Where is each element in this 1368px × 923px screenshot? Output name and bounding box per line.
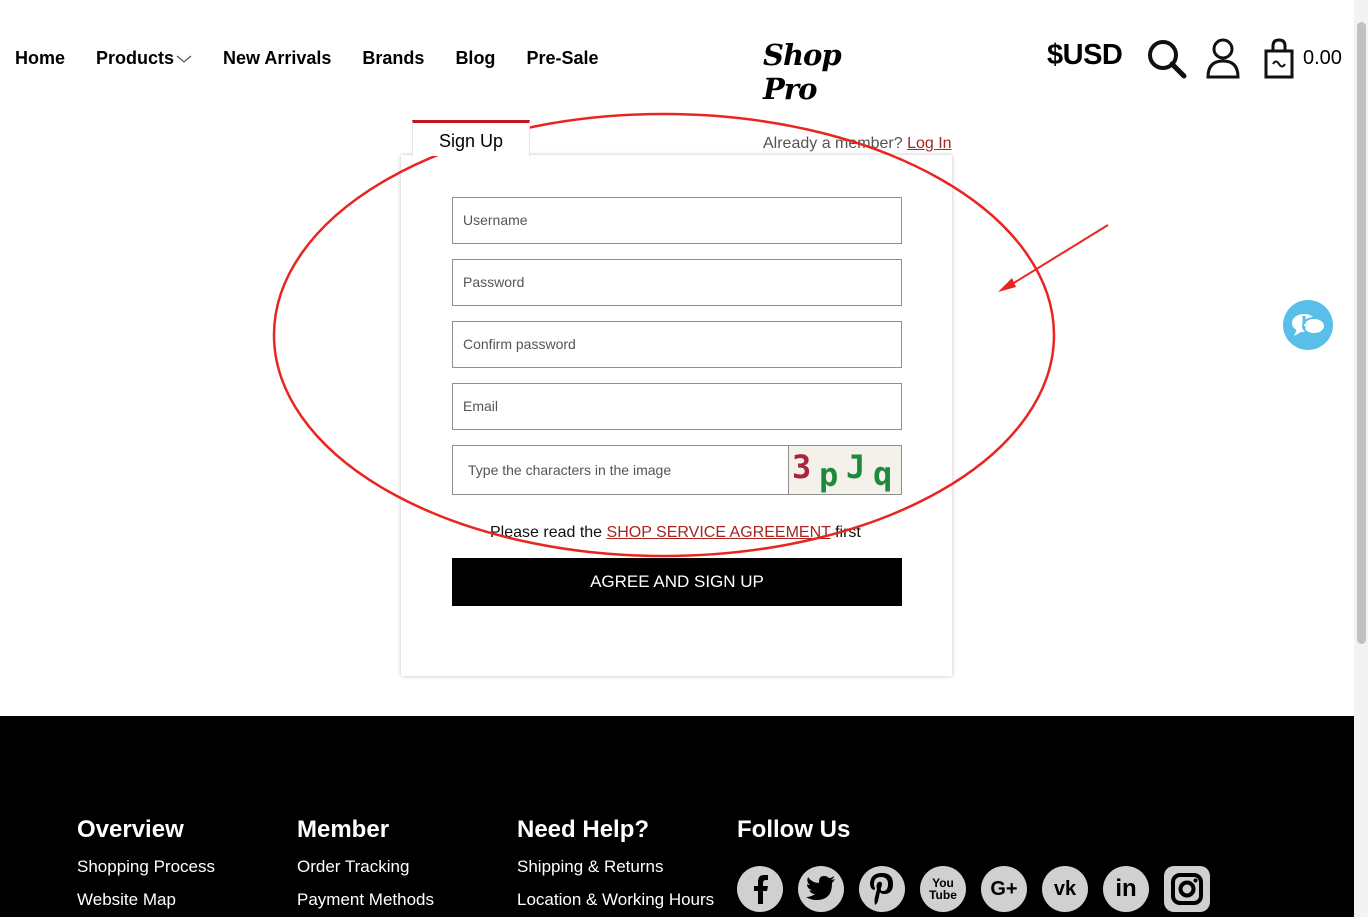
footer-link-order-tracking[interactable]: Order Tracking	[297, 857, 434, 877]
youtube-icon[interactable]: You Tube	[920, 866, 966, 912]
nav-home-label: Home	[15, 48, 66, 68]
captcha-char: 3	[792, 448, 812, 486]
scrollbar-thumb[interactable]	[1357, 22, 1366, 644]
confirm-password-field[interactable]: Confirm password	[452, 321, 902, 368]
captcha-char: J	[846, 448, 866, 486]
chat-icon[interactable]	[1283, 300, 1333, 350]
cart-total[interactable]: 0.00	[1303, 47, 1342, 70]
footer-link-website-map[interactable]: Website Map	[77, 890, 215, 910]
login-link[interactable]: Log In	[907, 135, 951, 152]
already-member-label: Already a member?	[763, 135, 903, 152]
captcha-input[interactable]: Type the characters in the image	[452, 445, 789, 495]
footer-heading: Overview	[77, 816, 184, 843]
nav-home[interactable]: Home	[15, 48, 65, 69]
main-nav: Home Products New Arrivals Brands Blog P…	[15, 48, 629, 69]
nav-pre-sale[interactable]: Pre-Sale	[526, 48, 598, 69]
nav-brands[interactable]: Brands	[362, 48, 424, 69]
facebook-icon[interactable]	[737, 866, 783, 912]
footer-link-shipping-returns[interactable]: Shipping & Returns	[517, 857, 714, 877]
footer-heading: Need Help?	[517, 816, 650, 843]
nav-new-arrivals[interactable]: New Arrivals	[223, 48, 331, 69]
footer-col-member: Member Order Tracking Payment Methods	[297, 816, 434, 923]
captcha-char: p	[819, 456, 839, 494]
annotation-arrow-line	[1003, 224, 1109, 290]
twitter-icon[interactable]	[798, 866, 844, 912]
annotation-arrow-head	[998, 278, 1016, 292]
footer-link-shopping-process[interactable]: Shopping Process	[77, 857, 215, 877]
footer-link-payment-methods[interactable]: Payment Methods	[297, 890, 434, 910]
search-icon[interactable]	[1146, 38, 1188, 80]
nav-brands-label: Brands	[362, 48, 425, 68]
agreement-text: Please read the SHOP SERVICE AGREEMENT f…	[490, 524, 861, 542]
footer: Overview Shopping Process Website Map Me…	[0, 716, 1354, 917]
google-plus-icon[interactable]: G+	[981, 866, 1027, 912]
agreement-prefix: Please read the	[490, 524, 603, 541]
currency-selector[interactable]: $USD	[1047, 39, 1123, 72]
username-field[interactable]: Username	[452, 197, 902, 244]
tab-sign-up[interactable]: Sign Up	[412, 120, 530, 156]
site-logo[interactable]: Shop Pro	[763, 38, 883, 106]
email-field[interactable]: Email	[452, 383, 902, 430]
password-field[interactable]: Password	[452, 259, 902, 306]
already-member-text: Already a member? Log In	[763, 135, 952, 153]
pinterest-icon[interactable]	[859, 866, 905, 912]
nav-products[interactable]: Products	[96, 48, 192, 69]
nav-new-arrivals-label: New Arrivals	[223, 48, 332, 68]
footer-heading: Follow Us	[737, 816, 851, 843]
captcha-char: q	[873, 455, 893, 493]
social-icons: You Tube G+ vk in	[737, 866, 1225, 912]
agreement-suffix: first	[835, 524, 861, 541]
service-agreement-link[interactable]: SHOP SERVICE AGREEMENT	[607, 524, 831, 541]
vk-icon[interactable]: vk	[1042, 866, 1088, 912]
user-icon[interactable]	[1204, 37, 1242, 79]
instagram-icon[interactable]	[1164, 866, 1210, 912]
chevron-down-icon	[176, 48, 192, 69]
nav-products-label: Products	[96, 48, 175, 68]
captcha-image[interactable]: 3 p J q	[788, 445, 902, 495]
nav-blog-label: Blog	[455, 48, 496, 68]
nav-pre-sale-label: Pre-Sale	[526, 48, 599, 68]
agree-and-sign-up-button[interactable]: AGREE AND SIGN UP	[452, 558, 902, 606]
linkedin-icon[interactable]: in	[1103, 866, 1149, 912]
shopping-bag-icon[interactable]	[1262, 37, 1298, 79]
footer-col-follow-us: Follow Us	[737, 816, 850, 857]
footer-heading: Member	[297, 816, 390, 843]
footer-link-location-hours[interactable]: Location & Working Hours	[517, 890, 714, 910]
nav-blog[interactable]: Blog	[455, 48, 495, 69]
footer-col-overview: Overview Shopping Process Website Map	[77, 816, 215, 923]
footer-col-need-help: Need Help? Shipping & Returns Location &…	[517, 816, 714, 923]
